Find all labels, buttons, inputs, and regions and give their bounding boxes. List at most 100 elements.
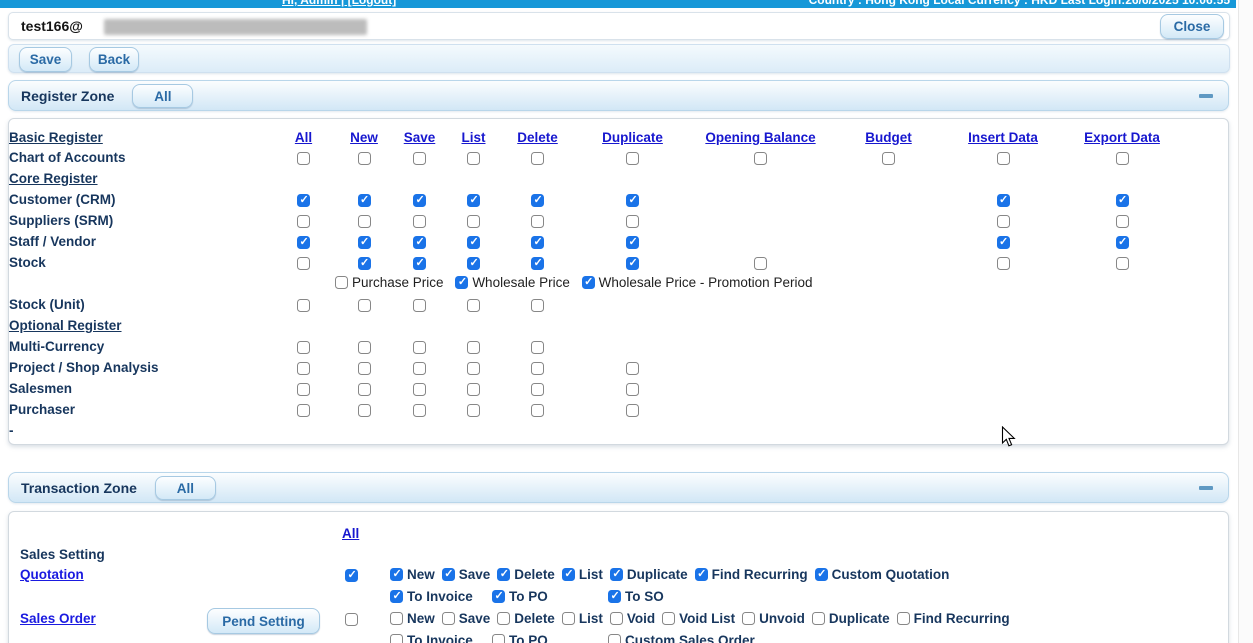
checkbox[interactable] xyxy=(492,590,505,603)
checkbox-coa-new[interactable] xyxy=(358,152,371,165)
checkbox-purchaser-delete[interactable] xyxy=(531,404,544,417)
quotation-link[interactable]: Quotation xyxy=(20,567,84,582)
checkbox-staff-insert-data[interactable] xyxy=(997,236,1010,249)
checkbox-salesmen-all[interactable] xyxy=(297,383,310,396)
checkbox-purchaser-new[interactable] xyxy=(358,404,371,417)
checkbox-staff-all[interactable] xyxy=(297,236,310,249)
core-register-link[interactable]: Core Register xyxy=(9,171,98,186)
checkbox-customer-delete[interactable] xyxy=(531,194,544,207)
checkbox-quotation-all[interactable] xyxy=(345,569,358,582)
basic-register-link[interactable]: Basic Register xyxy=(9,130,103,145)
back-button[interactable]: Back xyxy=(89,47,139,72)
save-button[interactable]: Save xyxy=(19,47,72,72)
checkbox-stock-unit-delete[interactable] xyxy=(531,299,544,312)
collapse-minus-icon[interactable] xyxy=(1199,486,1213,490)
checkbox-multicurrency-delete[interactable] xyxy=(531,341,544,354)
col-header-save[interactable]: Save xyxy=(404,130,436,145)
checkbox[interactable] xyxy=(662,612,675,625)
col-header-budget[interactable]: Budget xyxy=(865,130,912,145)
pend-setting-button[interactable]: Pend Setting xyxy=(207,608,320,634)
perm-sales-order-void-list[interactable]: Void List xyxy=(662,611,735,626)
perm-stock-purchase-price[interactable]: Purchase Price xyxy=(335,275,444,290)
col-header-opening-balance[interactable]: Opening Balance xyxy=(705,130,815,145)
checkbox-coa-insert-data[interactable] xyxy=(997,152,1010,165)
checkbox-customer-duplicate[interactable] xyxy=(626,194,639,207)
perm-quotation-find-recurring[interactable]: Find Recurring xyxy=(695,567,808,582)
checkbox-suppliers-list[interactable] xyxy=(467,215,480,228)
checkbox[interactable] xyxy=(897,612,910,625)
checkbox-multicurrency-all[interactable] xyxy=(297,341,310,354)
transaction-zone-all-button[interactable]: All xyxy=(155,476,216,500)
register-zone-all-button[interactable]: All xyxy=(132,84,193,108)
checkbox-multicurrency-new[interactable] xyxy=(358,341,371,354)
col-header-delete[interactable]: Delete xyxy=(517,130,558,145)
checkbox-suppliers-duplicate[interactable] xyxy=(626,215,639,228)
checkbox-stock-export-data[interactable] xyxy=(1116,257,1129,270)
checkbox-purchaser-all[interactable] xyxy=(297,404,310,417)
perm-sales-order-unvoid[interactable]: Unvoid xyxy=(742,611,805,626)
checkbox-stock-list[interactable] xyxy=(467,257,480,270)
checkbox-stock-duplicate[interactable] xyxy=(626,257,639,270)
checkbox[interactable] xyxy=(390,568,403,581)
perm-quotation-duplicate[interactable]: Duplicate xyxy=(610,567,688,582)
checkbox-salesmen-delete[interactable] xyxy=(531,383,544,396)
checkbox-project-duplicate[interactable] xyxy=(626,362,639,375)
scrollbar-track[interactable] xyxy=(1238,0,1253,643)
checkbox-stock-insert-data[interactable] xyxy=(997,257,1010,270)
checkbox[interactable] xyxy=(497,612,510,625)
checkbox-salesmen-save[interactable] xyxy=(413,383,426,396)
checkbox-coa-export-data[interactable] xyxy=(1116,152,1129,165)
checkbox-staff-delete[interactable] xyxy=(531,236,544,249)
checkbox[interactable] xyxy=(492,634,505,643)
checkbox-stock-unit-save[interactable] xyxy=(413,299,426,312)
checkbox-customer-insert-data[interactable] xyxy=(997,194,1010,207)
checkbox[interactable] xyxy=(390,634,403,643)
checkbox-project-list[interactable] xyxy=(467,362,480,375)
checkbox-staff-export-data[interactable] xyxy=(1116,236,1129,249)
checkbox[interactable] xyxy=(812,612,825,625)
perm-quotation-to-invoice[interactable]: To Invoice xyxy=(390,589,492,604)
checkbox-coa-all[interactable] xyxy=(297,152,310,165)
checkbox[interactable] xyxy=(608,590,621,603)
perm-sales-order-new[interactable]: New xyxy=(390,611,435,626)
perm-stock-wholesale-promo[interactable]: Wholesale Price - Promotion Period xyxy=(582,275,813,290)
col-header-duplicate[interactable]: Duplicate xyxy=(602,130,663,145)
checkbox-suppliers-delete[interactable] xyxy=(531,215,544,228)
checkbox-stock-unit-list[interactable] xyxy=(467,299,480,312)
checkbox-customer-all[interactable] xyxy=(297,194,310,207)
checkbox-customer-list[interactable] xyxy=(467,194,480,207)
perm-quotation-to-so[interactable]: To SO xyxy=(608,589,664,604)
checkbox-project-all[interactable] xyxy=(297,362,310,375)
checkbox-multicurrency-save[interactable] xyxy=(413,341,426,354)
perm-stock-wholesale-price[interactable]: Wholesale Price xyxy=(455,275,570,290)
perm-sales-order-custom-sales-order[interactable]: Custom Sales Order xyxy=(608,633,755,643)
perm-sales-order-duplicate[interactable]: Duplicate xyxy=(812,611,890,626)
checkbox[interactable] xyxy=(390,590,403,603)
col-header-list[interactable]: List xyxy=(461,130,485,145)
col-header-new[interactable]: New xyxy=(350,130,378,145)
checkbox-customer-save[interactable] xyxy=(413,194,426,207)
checkbox-salesmen-new[interactable] xyxy=(358,383,371,396)
transaction-col-all-link[interactable]: All xyxy=(342,526,359,541)
checkbox-purchaser-save[interactable] xyxy=(413,404,426,417)
checkbox[interactable] xyxy=(442,568,455,581)
checkbox-stock-opening-balance[interactable] xyxy=(754,257,767,270)
checkbox-staff-save[interactable] xyxy=(413,236,426,249)
col-header-all[interactable]: All xyxy=(295,130,312,145)
checkbox-project-save[interactable] xyxy=(413,362,426,375)
checkbox-customer-new[interactable] xyxy=(358,194,371,207)
checkbox-coa-budget[interactable] xyxy=(882,152,895,165)
perm-quotation-custom-quotation[interactable]: Custom Quotation xyxy=(815,567,950,582)
checkbox-project-delete[interactable] xyxy=(531,362,544,375)
checkbox-salesmen-list[interactable] xyxy=(467,383,480,396)
checkbox-salesmen-duplicate[interactable] xyxy=(626,383,639,396)
checkbox-wholesale-price-promotion[interactable] xyxy=(582,276,595,289)
perm-quotation-new[interactable]: New xyxy=(390,567,435,582)
perm-quotation-to-po[interactable]: To PO xyxy=(492,589,608,604)
checkbox-coa-duplicate[interactable] xyxy=(626,152,639,165)
checkbox-purchase-price[interactable] xyxy=(335,276,348,289)
checkbox-multicurrency-list[interactable] xyxy=(467,341,480,354)
checkbox[interactable] xyxy=(742,612,755,625)
user-menu-clipped[interactable]: Hi, Admin | [Logout] xyxy=(282,0,396,7)
checkbox-stock-unit-new[interactable] xyxy=(358,299,371,312)
